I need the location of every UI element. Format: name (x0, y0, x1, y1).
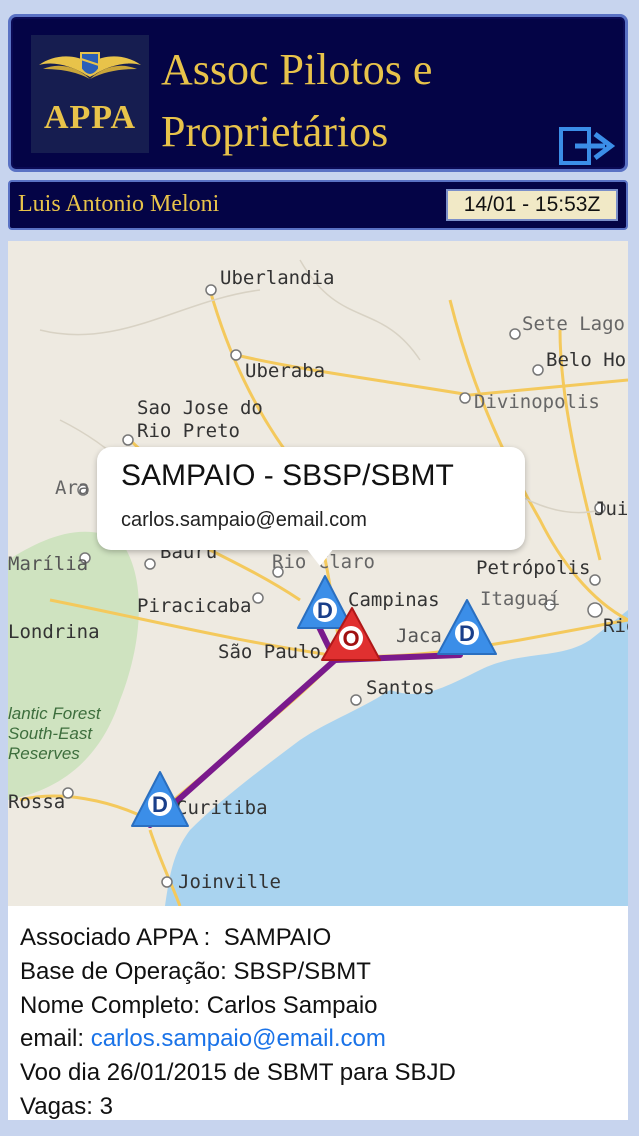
associado-row: Associado APPA : SAMPAIO (20, 924, 331, 952)
map-canvas[interactable]: Uberlandia Uberaba Sete Lago Belo Ho Div… (8, 241, 628, 906)
marker-label: D (459, 621, 475, 646)
city-rio-preto: Rio Preto (137, 420, 240, 442)
callout-pointer (306, 548, 334, 566)
city-uberaba: Uberaba (245, 360, 325, 382)
logout-arrow-icon[interactable] (559, 125, 617, 167)
city-sete-lagoas: Sete Lago (522, 313, 625, 335)
city-jacarei: Jaca (396, 625, 442, 647)
base-row: Base de Operação: SBSP/SBMT (20, 958, 371, 986)
vagas-label: Vagas: (20, 1093, 93, 1120)
callout-title: SAMPAIO - SBSP/SBMT (121, 459, 454, 492)
city-uberlandia: Uberlandia (220, 267, 334, 289)
city-belo-horizonte: Belo Ho (546, 349, 626, 371)
associado-value: SAMPAIO (223, 924, 332, 951)
city-joinville: Joinville (178, 871, 281, 893)
city-piracicaba: Piracicaba (137, 595, 251, 617)
user-name: Luis Antonio Meloni (18, 191, 220, 217)
nome-label: Nome Completo: (20, 992, 201, 1019)
city-londrina: Londrina (8, 621, 100, 643)
base-label: Base de Operação: (20, 958, 227, 985)
city-ara: Ara (55, 477, 89, 499)
email-label: email: (20, 1025, 85, 1052)
reserve-label-1: lantic Forest (8, 704, 102, 723)
vagas-value: 3 (99, 1093, 113, 1120)
app-title-line1: Assoc Pilotos e (161, 45, 433, 94)
reserve-label-3: Reserves (8, 744, 80, 763)
city-curitiba: Curitiba (176, 797, 268, 819)
city-sao-jose: Sao Jose do (137, 397, 263, 419)
marker-label: D (317, 598, 333, 623)
user-bar: Luis Antonio Meloni 14/01 - 15:53Z (8, 180, 628, 230)
map-view[interactable]: Uberlandia Uberaba Sete Lago Belo Ho Div… (8, 241, 628, 906)
nome-row: Nome Completo: Carlos Sampaio (20, 992, 378, 1020)
logo-text: APPA (43, 99, 137, 136)
city-juiz: Juiz (594, 498, 628, 520)
reserve-label-2: South-East (8, 724, 93, 743)
wings-emblem-icon (39, 52, 141, 79)
email-link[interactable]: carlos.sampaio@email.com (91, 1025, 386, 1052)
nome-value: Carlos Sampaio (206, 992, 378, 1019)
city-marilia: Marília (8, 553, 88, 575)
app-title: Assoc Pilotos e Proprietários (161, 39, 432, 163)
city-sao-paulo: São Paulo (218, 641, 321, 663)
bottom-edge (0, 1120, 639, 1136)
map-callout[interactable]: SAMPAIO - SBSP/SBMT carlos.sampaio@email… (97, 447, 525, 550)
city-petropolis: Petrópolis (476, 557, 590, 579)
base-value: SBSP/SBMT (233, 958, 371, 985)
datetime-badge: 14/01 - 15:53Z (446, 189, 618, 221)
voo-row: Voo dia 26/01/2015 de SBMT para SBJD (20, 1059, 456, 1086)
app-header: APPA Assoc Pilotos e Proprietários (8, 14, 628, 172)
associado-label: Associado APPA : (20, 924, 211, 951)
city-santos: Santos (366, 677, 435, 699)
city-rio: Rio (603, 615, 628, 637)
app-title-line2: Proprietários (161, 107, 389, 156)
city-rossa: Rossa (8, 791, 65, 813)
callout-email: carlos.sampaio@email.com (121, 509, 367, 531)
vagas-row: Vagas: 3 (20, 1093, 113, 1121)
city-campinas: Campinas (348, 589, 440, 611)
appa-logo: APPA (31, 35, 149, 153)
marker-label: D (152, 792, 168, 817)
marker-label: O (342, 626, 359, 651)
city-divinopolis: Divinopolis (474, 391, 600, 413)
info-panel: Associado APPA : SAMPAIO Base de Operaçã… (8, 906, 628, 1120)
email-row: email: carlos.sampaio@email.com (20, 1025, 386, 1053)
city-itaguai: Itaguaí (480, 588, 560, 610)
